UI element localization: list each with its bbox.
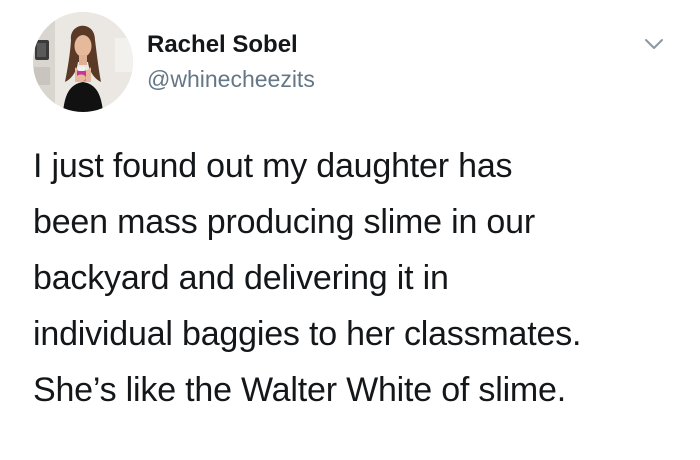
tweet-text-line: been mass producing slime in our: [33, 203, 535, 241]
author-block: Rachel Sobel @whinecheezits: [147, 30, 315, 94]
tweet-header: Rachel Sobel @whinecheezits: [33, 12, 673, 112]
chevron-down-icon[interactable]: [643, 36, 665, 52]
avatar[interactable]: [33, 12, 133, 112]
tweet-text-line: She’s like the Walter White of slime.: [33, 371, 567, 409]
tweet-text-line: individual baggies to her classmates.: [33, 315, 582, 353]
tweet-text-line: backyard and delivering it in: [33, 259, 449, 297]
tweet-card: Rachel Sobel @whinecheezits I just found…: [0, 0, 700, 460]
tweet-text-line: I just found out my daughter has: [33, 147, 513, 185]
author-display-name[interactable]: Rachel Sobel: [147, 30, 315, 60]
tweet-text: I just found out my daughter has been ma…: [33, 138, 683, 418]
author-handle[interactable]: @whinecheezits: [147, 64, 315, 94]
profile-photo-icon: [33, 12, 133, 112]
